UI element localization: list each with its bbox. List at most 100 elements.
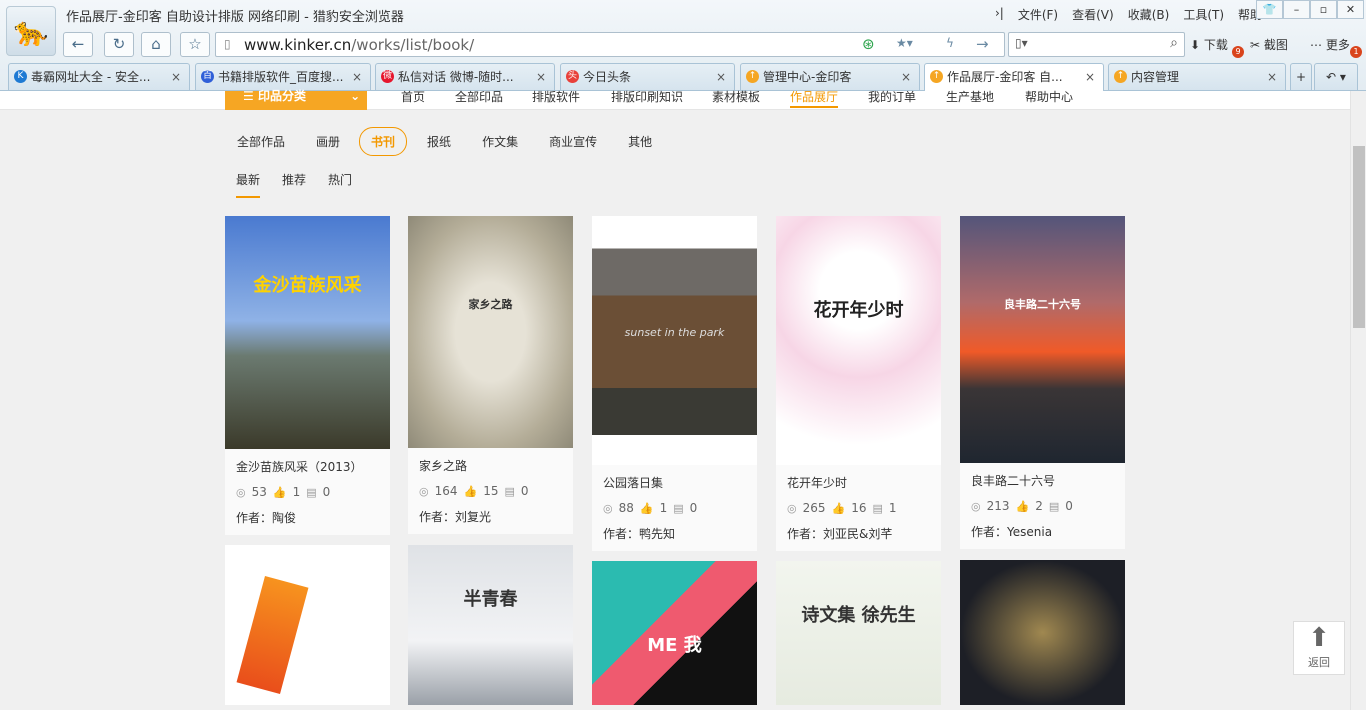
work-card[interactable]: 金沙苗族风采 金沙苗族风采（2013） ◎ 53 👍 1 ▤ 0 作者：陶俊 [225,216,390,535]
filter-5[interactable]: 商业宣传 [549,133,597,150]
like-icon[interactable]: 👍 [640,502,654,515]
nav-item[interactable]: 帮助中心 [1025,88,1073,105]
menu-tools[interactable]: 工具(T) [1183,6,1224,23]
work-cover-image[interactable]: 花开年少时 [776,216,941,465]
tab-1[interactable]: 百书籍排版软件_百度搜... × [195,63,371,90]
nav-item[interactable]: 我的订单 [868,88,916,105]
menu-file[interactable]: 文件(F) [1018,6,1058,23]
tab-close-icon[interactable]: × [901,64,911,90]
work-cover-image[interactable]: 金沙苗族风采 [225,216,390,449]
work-title[interactable]: 良丰路二十六号 [971,472,1114,489]
tab-close-icon[interactable]: × [716,64,726,90]
sort-1[interactable]: 推荐 [282,171,306,198]
tab-close-icon[interactable]: × [536,64,546,90]
filter-2[interactable]: 书刊 [359,127,408,156]
work-card[interactable]: 花开年少时 花开年少时 ◎ 265 👍 16 ▤ 1 作者：刘亚民&刘芊 [776,216,941,551]
restore-button[interactable]: ▫ [1310,0,1337,19]
work-cover-image[interactable] [960,560,1125,705]
work-card[interactable]: 半青春 [408,545,573,705]
tab-2[interactable]: 微私信对话 微博-随时... × [375,63,555,90]
screenshot-button[interactable]: ✂ 截图 [1250,36,1288,53]
go-icon[interactable]: → [976,35,989,53]
filter-6[interactable]: 其他 [628,133,652,150]
filter-1[interactable]: 画册 [316,133,340,150]
comment-icon[interactable]: ▤ [673,502,683,515]
download-button[interactable]: ⬇ 下载 [1190,36,1228,53]
back-to-top-button[interactable]: ⬆ 返回 [1293,621,1345,675]
star-add-icon[interactable]: ★▾ [896,36,913,50]
work-cover-image[interactable]: ME 我 [592,561,757,705]
minimize-button[interactable]: – [1283,0,1310,19]
search-icon[interactable]: ⌕ [1170,35,1178,51]
category-button[interactable]: ☰ 印品分类 ⌄ [225,90,367,110]
tab-4[interactable]: ↑ 管理中心-金印客 × [740,63,920,90]
tab-close-icon[interactable]: × [1085,64,1095,90]
work-cover-image[interactable]: 家乡之路 [408,216,573,448]
security-icon[interactable]: ⊛ [862,35,875,53]
work-title[interactable]: 家乡之路 [419,457,562,474]
work-card[interactable]: 良丰路二十六号 良丰路二十六号 ◎ 213 👍 2 ▤ 0 作者：Yesenia [960,216,1125,549]
work-cover-image[interactable]: 良丰路二十六号 [960,216,1125,463]
menu-collapse-icon[interactable]: ›| [995,6,1004,23]
search-engine-icon[interactable]: ▯▾ [1015,36,1028,50]
home-button[interactable]: ⌂ [141,32,171,57]
comment-icon[interactable]: ▤ [1049,500,1059,513]
back-button[interactable]: ← [63,32,93,57]
work-card[interactable] [225,545,390,705]
sort-0[interactable]: 最新 [236,171,261,198]
work-cover-image[interactable] [225,545,390,705]
refresh-button[interactable]: ↻ [104,32,134,57]
work-card[interactable]: sunset in the park 公园落日集 ◎ 88 👍 1 ▤ 0 作者：鸭先知 [592,216,757,551]
close-button[interactable]: ✕ [1337,0,1364,19]
restore-tab-button[interactable]: ↶ ▾ [1314,63,1358,90]
sort-2[interactable]: 热门 [328,171,352,198]
address-bar[interactable]: ▯ www.kinker.cn/works/list/book/ ⊛ ★▾ ϟ … [215,32,1005,57]
filter-0[interactable]: 全部作品 [237,133,285,150]
like-icon[interactable]: 👍 [464,485,478,498]
favorite-button[interactable]: ☆ [180,32,210,57]
cover-title: 金沙苗族风采 [253,275,362,296]
comment-icon[interactable]: ▤ [306,486,316,499]
like-icon[interactable]: 👍 [273,486,287,499]
nav-item[interactable]: 排版印刷知识 [611,88,683,105]
tab-close-icon[interactable]: × [1267,64,1277,90]
tab-close-icon[interactable]: × [171,64,181,90]
lightning-icon[interactable]: ϟ [946,36,954,50]
new-tab-button[interactable]: + [1290,63,1312,90]
filter-4[interactable]: 作文集 [482,133,518,150]
like-icon[interactable]: 👍 [832,502,846,515]
menu-favorites[interactable]: 收藏(B) [1128,6,1170,23]
work-title[interactable]: 金沙苗族风采（2013） [236,458,379,475]
work-title[interactable]: 公园落日集 [603,474,746,491]
nav-item[interactable]: 首页 [401,88,425,105]
work-info: 良丰路二十六号 ◎ 213 👍 2 ▤ 0 作者：Yesenia [960,463,1125,549]
tab-3[interactable]: 头今日头条 × [560,63,735,90]
tab-5[interactable]: ↑ 作品展厅-金印客 自... × [924,63,1104,91]
work-card[interactable] [960,560,1125,705]
work-card[interactable]: 诗文集 徐先生 [776,561,941,705]
search-input[interactable]: ▯▾ ⌕ [1008,32,1185,57]
work-card[interactable]: ME 我 [592,561,757,705]
nav-item[interactable]: 生产基地 [946,88,994,105]
nav-item[interactable]: 全部印品 [455,88,503,105]
skin-icon[interactable]: 👕 [1256,0,1283,19]
menu-view[interactable]: 查看(V) [1072,6,1114,23]
scrollbar-thumb[interactable] [1353,146,1365,328]
scrollbar[interactable] [1350,91,1366,710]
nav-item[interactable]: 排版软件 [532,88,580,105]
tab-close-icon[interactable]: × [352,64,362,90]
work-cover-image[interactable]: 诗文集 徐先生 [776,561,941,705]
comment-icon[interactable]: ▤ [505,485,515,498]
work-cover-image[interactable]: 半青春 [408,545,573,705]
tab-6[interactable]: ↑ 内容管理 × [1108,63,1286,90]
nav-item[interactable]: 作品展厅 [790,88,839,108]
work-card[interactable]: 家乡之路 家乡之路 ◎ 164 👍 15 ▤ 0 作者：刘复光 [408,216,573,534]
work-title[interactable]: 花开年少时 [787,474,930,491]
filter-3[interactable]: 报纸 [427,133,451,150]
more-button[interactable]: ⋯ 更多 [1310,36,1350,53]
like-icon[interactable]: 👍 [1016,500,1030,513]
work-cover-image[interactable]: sunset in the park [592,216,757,465]
comment-icon[interactable]: ▤ [873,502,883,515]
nav-item[interactable]: 素材模板 [712,88,760,105]
tab-0[interactable]: K 毒霸网址大全 - 安全... × [8,63,190,90]
